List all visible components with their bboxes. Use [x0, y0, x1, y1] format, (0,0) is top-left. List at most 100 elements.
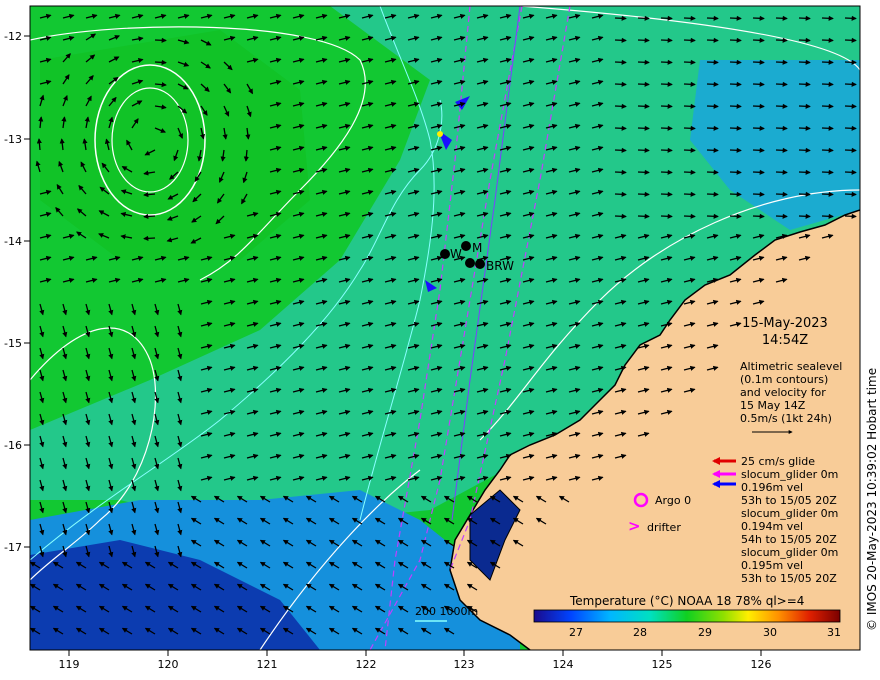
legend-glider-detail: 0.194m vel	[741, 520, 803, 533]
velocity-arrow	[614, 59, 627, 65]
station-label-m: M	[472, 241, 482, 255]
velocity-arrow	[683, 147, 696, 153]
velocity-arrow	[729, 191, 742, 197]
velocity-arrow	[752, 37, 765, 43]
velocity-arrow	[844, 59, 857, 65]
colorbar-tick: 27	[569, 626, 583, 639]
velocity-arrow	[154, 59, 167, 66]
y-tick-label: -13	[4, 133, 22, 146]
velocity-arrow	[706, 81, 719, 87]
velocity-arrow	[752, 213, 765, 219]
x-tick-label: 122	[356, 658, 377, 671]
altimetry-line: 0.5m/s (1kt 24h)	[740, 412, 832, 425]
station-dot-brw	[475, 259, 485, 269]
velocity-arrow	[798, 125, 811, 131]
velocity-arrow	[798, 147, 811, 153]
y-tick-label: -14	[4, 235, 22, 248]
velocity-arrow	[844, 15, 857, 21]
velocity-arrow	[637, 191, 650, 197]
x-tick-label: 126	[751, 658, 772, 671]
altimetry-line: (0.1m contours)	[740, 373, 828, 386]
velocity-arrow	[844, 147, 857, 153]
velocity-arrow	[706, 59, 719, 65]
velocity-arrow	[821, 37, 834, 43]
y-axis-ticks: -12 -13 -14 -15 -16 -17	[4, 30, 30, 554]
velocity-arrow	[821, 81, 834, 87]
altimetry-line: and velocity for	[740, 386, 826, 399]
velocity-arrow	[660, 191, 673, 197]
legend-argo-label: Argo 0	[655, 494, 691, 507]
velocity-arrow	[729, 59, 742, 65]
velocity-arrow	[844, 191, 857, 197]
velocity-arrow	[614, 37, 627, 43]
x-axis-ticks: 119 120 121 122 123 124 125 126	[59, 650, 772, 671]
velocity-arrow	[683, 103, 696, 109]
velocity-arrow	[143, 235, 156, 241]
velocity-arrow	[729, 213, 742, 219]
colorbar-tick: 30	[763, 626, 777, 639]
velocity-arrow	[614, 147, 627, 153]
velocity-arrow	[821, 147, 834, 153]
colorbar-tick: 31	[827, 626, 841, 639]
velocity-arrow	[614, 125, 627, 131]
velocity-arrow	[683, 59, 696, 65]
velocity-arrow	[775, 125, 788, 131]
station-label-w: W	[450, 247, 462, 261]
y-tick-label: -12	[4, 30, 22, 43]
velocity-arrow	[844, 213, 857, 219]
velocity-arrow	[752, 15, 765, 21]
velocity-arrow	[706, 103, 719, 109]
legend-glider-name: slocum_glider 0m	[741, 507, 838, 520]
x-tick-label: 125	[652, 658, 673, 671]
velocity-arrow	[614, 81, 627, 87]
velocity-arrow	[706, 191, 719, 197]
x-tick-label: 123	[454, 658, 475, 671]
velocity-arrow	[683, 125, 696, 131]
colorbar	[533, 609, 841, 623]
colorbar-tick: 28	[633, 626, 647, 639]
velocity-arrow	[821, 213, 834, 219]
station-label-brw: BRW	[486, 259, 514, 273]
x-tick-label: 124	[553, 658, 574, 671]
velocity-arrow	[775, 59, 788, 65]
velocity-arrow	[660, 15, 673, 21]
velocity-arrow	[775, 191, 788, 197]
velocity-arrow	[844, 81, 857, 87]
y-tick-label: -15	[4, 337, 22, 350]
velocity-arrow	[637, 169, 650, 175]
velocity-arrow	[775, 169, 788, 175]
isobath-legend-label: 200 1000m	[415, 605, 478, 618]
velocity-arrow	[729, 125, 742, 131]
y-tick-label: -16	[4, 439, 22, 452]
velocity-arrow	[660, 37, 673, 43]
velocity-arrow	[752, 147, 765, 153]
velocity-arrow	[706, 125, 719, 131]
altimetry-line: 15 May 14Z	[740, 399, 806, 412]
velocity-arrow	[729, 81, 742, 87]
velocity-arrow	[821, 169, 834, 175]
colorbar-tick: 29	[698, 626, 712, 639]
legend-glider-name: slocum_glider 0m	[741, 546, 838, 559]
velocity-arrow	[752, 125, 765, 131]
velocity-arrow	[844, 125, 857, 131]
velocity-arrow	[844, 169, 857, 175]
velocity-arrow	[637, 59, 650, 65]
x-tick-label: 121	[257, 658, 278, 671]
y-tick-label: -17	[4, 541, 22, 554]
station-dot-m	[461, 241, 471, 251]
velocity-arrow	[683, 191, 696, 197]
x-tick-label: 119	[59, 658, 80, 671]
velocity-arrow	[660, 169, 673, 175]
map-date: 15-May-2023	[742, 316, 828, 331]
velocity-arrow	[752, 191, 765, 197]
velocity-arrow	[798, 213, 811, 219]
x-tick-label: 120	[158, 658, 179, 671]
velocity-arrow	[821, 191, 834, 197]
velocity-arrow	[729, 169, 742, 175]
velocity-arrow	[660, 147, 673, 153]
velocity-arrow	[775, 147, 788, 153]
velocity-arrow	[775, 103, 788, 109]
velocity-arrow	[798, 59, 811, 65]
velocity-arrow	[706, 213, 719, 219]
glider-position-yellow	[437, 131, 443, 137]
